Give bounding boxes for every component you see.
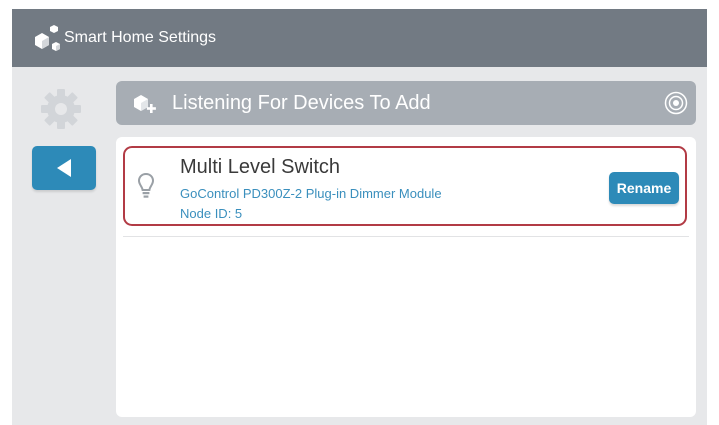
device-list-item[interactable]: Multi Level Switch GoControl PD300Z-2 Pl… xyxy=(123,146,687,226)
title-bar: Smart Home Settings xyxy=(12,9,707,67)
back-arrow-icon xyxy=(57,159,71,177)
add-device-icon xyxy=(134,95,156,113)
device-node-id: Node ID: 5 xyxy=(180,206,243,221)
device-name: Multi Level Switch xyxy=(180,156,341,178)
rename-button[interactable]: Rename xyxy=(609,172,679,204)
gear-icon[interactable] xyxy=(40,88,82,130)
listening-label: Listening For Devices To Add xyxy=(172,92,431,114)
listening-ring-icon xyxy=(664,91,688,115)
row-divider xyxy=(123,236,689,237)
app-title: Smart Home Settings xyxy=(64,29,217,46)
app-screen: Smart Home Settings Listening For Device… xyxy=(12,9,707,425)
lightbulb-icon xyxy=(137,172,155,198)
smart-home-cubes-icon xyxy=(35,25,60,51)
back-button[interactable] xyxy=(32,146,96,190)
listening-status-bar: Listening For Devices To Add xyxy=(116,81,696,125)
device-list-panel: Multi Level Switch GoControl PD300Z-2 Pl… xyxy=(116,137,696,417)
device-model: GoControl PD300Z-2 Plug-in Dimmer Module xyxy=(180,186,442,201)
